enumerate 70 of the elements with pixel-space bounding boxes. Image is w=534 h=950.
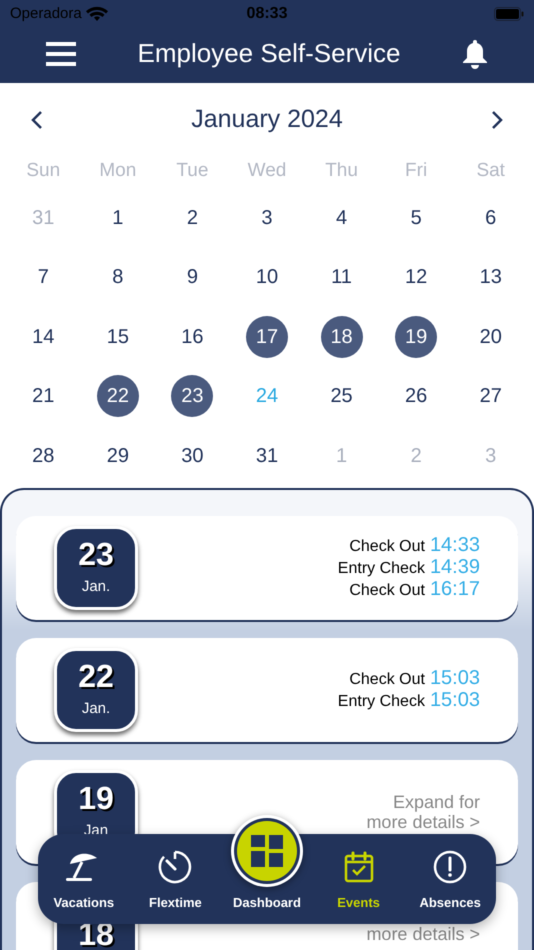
entry-label: Entry Check [338, 559, 425, 579]
event-card[interactable]: 23 Jan. Check Out 14:33 Entry Check 14:39 Check Out 16:17 [16, 516, 518, 620]
calendar-day[interactable]: 26 [395, 375, 438, 418]
calendar-day[interactable]: 29 [96, 434, 139, 477]
calendar-check-icon [344, 850, 374, 882]
selected-day[interactable]: 23 [171, 375, 214, 418]
calendar-day[interactable]: 11 [320, 256, 363, 298]
calendar-day[interactable]: 3 [246, 196, 288, 239]
weekday-label: Sun [26, 159, 60, 183]
wifi-icon [86, 6, 108, 22]
selected-day[interactable]: 19 [395, 316, 438, 358]
calendar-day[interactable]: 13 [470, 256, 512, 298]
calendar-day[interactable]: 12 [395, 256, 438, 298]
weekday-label: Fri [405, 159, 428, 183]
badge-month: Jan. [82, 576, 110, 597]
weekday-label: Wed [248, 159, 286, 183]
calendar-day[interactable]: 20 [470, 316, 512, 358]
selected-day[interactable]: 18 [320, 316, 363, 358]
calendar-day[interactable]: 8 [96, 256, 139, 298]
calendar-day[interactable]: 16 [171, 316, 214, 358]
calendar-day[interactable]: 4 [320, 196, 363, 239]
carrier-name: Operadora [10, 4, 82, 24]
entry-time: 16:17 [430, 579, 480, 600]
entry-time: 14:33 [430, 535, 480, 556]
calendar-day[interactable]: 5 [395, 196, 438, 239]
calendar-day[interactable]: 2 [171, 196, 214, 239]
status-time: 08:33 [246, 4, 288, 24]
expand-link[interactable]: more details > [350, 924, 480, 944]
bell-icon[interactable] [462, 38, 488, 68]
selected-day[interactable]: 22 [96, 375, 139, 418]
battery-icon [494, 7, 524, 21]
calendar-day[interactable]: 15 [96, 316, 139, 358]
chevron-left-icon[interactable] [30, 110, 44, 130]
app-title: Employee Self-Service [138, 37, 400, 70]
calendar-day[interactable]: 9 [171, 256, 214, 298]
entry-time: 15:03 [430, 690, 480, 711]
chevron-right-icon[interactable] [490, 110, 504, 130]
calendar-day[interactable]: 28 [22, 434, 64, 477]
event-card[interactable]: 22 Jan. Check Out 15:03 Entry Check 15:03 [16, 638, 518, 742]
entry-time: 15:03 [430, 668, 480, 689]
badge-month: Jan. [82, 698, 110, 719]
selected-day[interactable]: 17 [246, 316, 288, 358]
calendar-day[interactable]: 10 [246, 256, 288, 298]
calendar-day[interactable]: 30 [171, 434, 214, 477]
dashboard-grid-icon [250, 834, 283, 866]
entry-label: Check Out [349, 537, 425, 557]
weekday-label: Mon [99, 159, 136, 183]
calendar-day[interactable]: 31 [246, 434, 288, 477]
calendar-day[interactable]: 7 [22, 256, 64, 298]
badge-day: 22 [78, 660, 114, 692]
weekday-label: Sat [476, 159, 505, 183]
calendar-day[interactable]: 1 [96, 196, 139, 239]
calendar-day[interactable]: 25 [320, 375, 363, 418]
entry-label: Check Out [349, 581, 425, 601]
weekday-label: Tue [176, 159, 208, 183]
exclamation-circle-icon [433, 850, 468, 884]
calendar-day[interactable]: 14 [22, 316, 64, 358]
entry-label: Entry Check [338, 692, 425, 712]
stopwatch-icon [158, 850, 192, 884]
calendar-day[interactable]: 21 [22, 375, 64, 418]
calendar-day[interactable]: 27 [470, 375, 512, 418]
entry-label: Check Out [349, 670, 425, 690]
menu-icon[interactable] [46, 42, 76, 66]
weekday-label: Thu [325, 159, 358, 183]
entry-time: 14:39 [430, 557, 480, 578]
calendar-day[interactable]: 6 [470, 196, 512, 239]
expand-link[interactable]: Expand for more details > [350, 792, 480, 832]
badge-day: 23 [78, 538, 114, 570]
month-title: January 2024 [191, 104, 343, 136]
badge-day: 19 [78, 782, 114, 814]
